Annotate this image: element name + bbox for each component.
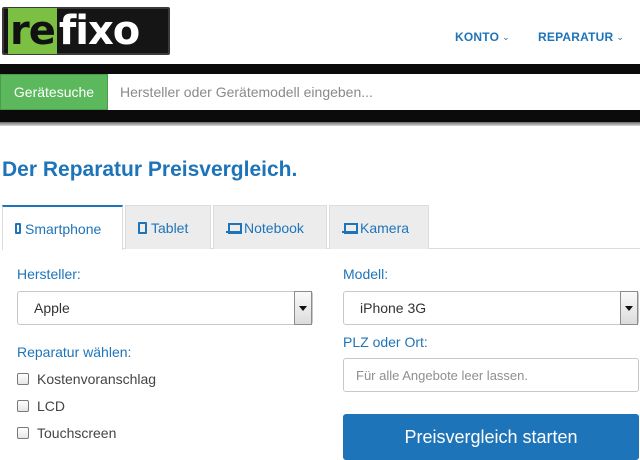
nav-reparatur[interactable]: REPARATUR ⌄ bbox=[538, 30, 624, 44]
model-label: Modell: bbox=[343, 266, 389, 282]
checkbox[interactable] bbox=[17, 373, 29, 385]
header-divider bbox=[0, 122, 640, 126]
page: refixo KONTO ⌄ REPARATUR ⌄ Gerätesuche D… bbox=[0, 0, 640, 460]
smartphone-icon bbox=[15, 223, 21, 234]
refixo-logo[interactable]: re fixo bbox=[2, 7, 170, 55]
start-comparison-button[interactable]: Preisvergleich starten bbox=[343, 414, 639, 460]
repair-option-lcd[interactable]: LCD bbox=[17, 398, 65, 414]
device-search-button[interactable]: Gerätesuche bbox=[0, 74, 108, 110]
location-input[interactable] bbox=[343, 358, 639, 392]
device-type-tabs: Smartphone Tablet Notebook Kamera bbox=[2, 205, 640, 250]
manufacturer-label: Hersteller: bbox=[17, 266, 81, 282]
laptop-icon bbox=[342, 222, 358, 234]
repair-option-touchscreen[interactable]: Touchscreen bbox=[17, 425, 116, 441]
device-search-bar: Gerätesuche bbox=[0, 64, 640, 122]
select-arrow-icon[interactable] bbox=[294, 291, 312, 325]
tab-kamera-label: Kamera bbox=[360, 219, 410, 236]
tab-smartphone-label: Smartphone bbox=[25, 220, 102, 237]
repair-label: Reparatur wählen: bbox=[17, 344, 132, 360]
tab-tablet[interactable]: Tablet bbox=[125, 205, 211, 249]
repair-option-label: Touchscreen bbox=[37, 425, 117, 441]
tab-kamera[interactable]: Kamera bbox=[329, 205, 429, 249]
device-search-group: Gerätesuche bbox=[0, 74, 640, 110]
site-header: re fixo KONTO ⌄ REPARATUR ⌄ bbox=[0, 0, 640, 64]
triangle-down-icon bbox=[625, 305, 633, 311]
logo-wordmark: re fixo bbox=[8, 8, 140, 54]
repair-option-kostenvoranschlag[interactable]: Kostenvoranschlag bbox=[17, 371, 156, 387]
repair-option-label: Kostenvoranschlag bbox=[37, 371, 157, 387]
location-label: PLZ oder Ort: bbox=[343, 334, 428, 350]
page-title-suffix: . bbox=[291, 158, 298, 181]
manufacturer-select[interactable]: Apple bbox=[17, 291, 313, 325]
tab-notebook-label: Notebook bbox=[244, 219, 304, 236]
page-title-prefix: Der Reparatur bbox=[2, 158, 148, 181]
nav-konto[interactable]: KONTO ⌄ bbox=[455, 30, 510, 44]
nav-reparatur-label: REPARATUR bbox=[538, 30, 614, 44]
select-arrow-icon[interactable] bbox=[620, 291, 638, 325]
nav-konto-label: KONTO bbox=[455, 30, 500, 44]
repair-option-label: LCD bbox=[37, 398, 66, 414]
manufacturer-selected-value: Apple bbox=[34, 300, 70, 316]
logo-fixo-part: fixo bbox=[58, 8, 140, 54]
triangle-down-icon bbox=[299, 305, 307, 311]
logo-re-part: re bbox=[8, 8, 57, 54]
chevron-down-icon: ⌄ bbox=[616, 31, 625, 42]
page-title: Der Reparatur Preisvergleich. bbox=[2, 158, 297, 182]
tab-tablet-label: Tablet bbox=[151, 219, 189, 236]
model-selected-value: iPhone 3G bbox=[360, 300, 427, 316]
tablet-icon bbox=[138, 221, 147, 234]
tab-notebook[interactable]: Notebook bbox=[213, 205, 327, 249]
chevron-down-icon: ⌄ bbox=[502, 31, 510, 42]
device-search-input[interactable] bbox=[108, 74, 640, 110]
model-select[interactable]: iPhone 3G bbox=[343, 291, 639, 325]
checkbox[interactable] bbox=[17, 427, 29, 439]
checkbox[interactable] bbox=[17, 400, 29, 412]
page-title-bold: Preisvergleich bbox=[147, 158, 292, 181]
laptop-icon bbox=[226, 222, 242, 234]
tab-smartphone[interactable]: Smartphone bbox=[2, 205, 123, 250]
